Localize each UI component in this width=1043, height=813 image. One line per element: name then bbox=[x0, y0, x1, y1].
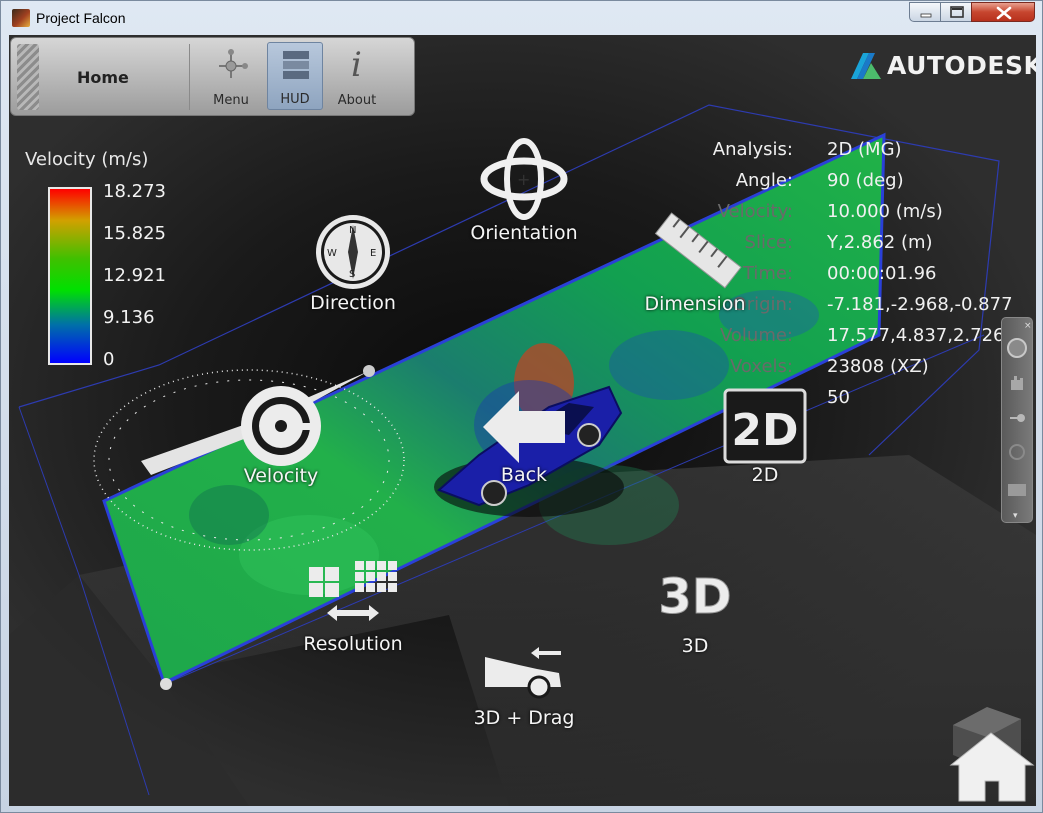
info-label-voxels: Voxels: bbox=[730, 356, 793, 377]
back-button[interactable]: Back bbox=[444, 387, 604, 491]
app-window: Project Falcon Home Menu HUD i About AUT… bbox=[0, 0, 1043, 813]
3d-icon-text: 3D bbox=[658, 569, 731, 625]
direction-label: Direction bbox=[310, 292, 396, 314]
autodesk-logo-icon bbox=[851, 53, 881, 79]
svg-text:×: × bbox=[1024, 321, 1032, 331]
legend-tick: 9.136 bbox=[103, 307, 155, 328]
3d-icon: 3D bbox=[658, 569, 732, 626]
legend-tick: 12.921 bbox=[103, 265, 166, 286]
compass-letter-w: W bbox=[327, 248, 337, 259]
info-label-analysis: Analysis: bbox=[712, 139, 793, 160]
window-title: Project Falcon bbox=[36, 10, 126, 26]
velocity-button[interactable]: Velocity bbox=[201, 381, 361, 491]
2d-mode-button[interactable]: 2D 2D bbox=[685, 387, 845, 491]
orientation-label: Orientation bbox=[470, 222, 578, 244]
legend-tick: 18.273 bbox=[103, 181, 166, 202]
about-label: About bbox=[337, 93, 377, 108]
info-value-time: 00:00:01.96 bbox=[827, 263, 937, 284]
resolution-icon bbox=[309, 561, 397, 621]
legend-title: Velocity (m/s) bbox=[25, 149, 149, 170]
3d-viewport[interactable]: Home Menu HUD i About AUTODESK Velocity … bbox=[9, 35, 1036, 806]
logo-text: AUTODESK. bbox=[887, 51, 1036, 80]
car-drag-icon bbox=[485, 647, 561, 699]
nav-icons: × ▾ bbox=[1007, 321, 1032, 521]
velocity-label: Velocity bbox=[243, 465, 319, 487]
orientation-icon: + bbox=[480, 138, 568, 220]
minimize-button[interactable] bbox=[909, 2, 941, 22]
info-value-voxels: 23808 (XZ) bbox=[827, 356, 929, 377]
info-value-slice: Y,2.862 (m) bbox=[827, 232, 933, 253]
menu-icon bbox=[219, 49, 248, 78]
orbit-icon[interactable] bbox=[1009, 444, 1025, 460]
info-value-analysis: 2D (MG) bbox=[827, 139, 902, 160]
compass-letter-n: N bbox=[349, 225, 356, 236]
home-icon bbox=[949, 707, 1035, 802]
speedometer-icon bbox=[241, 386, 321, 466]
dimension-button[interactable]: Dimension bbox=[615, 207, 775, 319]
steering-wheel-icon[interactable] bbox=[1007, 338, 1027, 358]
menu-label: Menu bbox=[213, 93, 249, 108]
back-label: Back bbox=[500, 464, 548, 486]
info-value-origin: -7.181,-2.968,-0.877 bbox=[827, 294, 1013, 315]
legend-tick: 0 bbox=[103, 349, 115, 370]
home-view-button[interactable] bbox=[947, 703, 1035, 803]
resolution-button[interactable]: Resolution bbox=[273, 557, 433, 661]
hud-icon bbox=[283, 51, 309, 79]
compass-letter-s: S bbox=[349, 269, 355, 280]
hud-button[interactable]: HUD bbox=[267, 42, 323, 110]
app-icon bbox=[12, 9, 30, 27]
autodesk-logo: AUTODESK. bbox=[849, 47, 1036, 83]
3d-drag-button[interactable]: 3D + Drag bbox=[444, 643, 604, 731]
direction-button[interactable]: N E S W Direction bbox=[273, 211, 433, 319]
compass-letter-e: E bbox=[370, 248, 376, 259]
svg-text:+: + bbox=[517, 170, 530, 189]
3d-mode-button[interactable]: 3D 3D bbox=[615, 561, 775, 661]
toolbar-grip[interactable] bbox=[17, 44, 39, 110]
2d-icon-text: 2D bbox=[731, 405, 798, 456]
legend-color-bar bbox=[48, 187, 92, 365]
title-bar[interactable]: Project Falcon bbox=[1, 1, 1042, 35]
compass-icon: N E S W bbox=[316, 215, 390, 289]
dimension-label: Dimension bbox=[644, 293, 746, 315]
info-value-volume: 17.577,4.837,2.726 bbox=[827, 325, 1005, 346]
close-button[interactable] bbox=[971, 2, 1035, 22]
ruler-icon bbox=[654, 212, 742, 289]
pan-hand-icon[interactable] bbox=[1011, 376, 1023, 390]
home-tab[interactable]: Home bbox=[77, 68, 129, 87]
svg-text:i: i bbox=[351, 45, 362, 82]
hud-label: HUD bbox=[280, 92, 310, 107]
orientation-button[interactable]: + Orientation bbox=[444, 135, 604, 247]
toolbar: Home Menu HUD i About bbox=[10, 37, 415, 116]
2d-label: 2D bbox=[751, 464, 779, 486]
back-arrow-icon bbox=[483, 391, 565, 463]
showmotion-icon[interactable] bbox=[1008, 484, 1026, 496]
3d-drag-label: 3D + Drag bbox=[473, 707, 575, 729]
3d-label: 3D bbox=[681, 635, 709, 657]
legend-tick: 15.825 bbox=[103, 223, 166, 244]
info-icon: i bbox=[351, 45, 362, 82]
info-label-angle: Angle: bbox=[735, 170, 793, 191]
resolution-label: Resolution bbox=[303, 633, 403, 655]
zoom-icon[interactable] bbox=[1017, 414, 1025, 422]
about-button[interactable]: i About bbox=[329, 42, 385, 110]
info-value-velocity: 10.000 (m/s) bbox=[827, 201, 943, 222]
2d-icon: 2D bbox=[723, 388, 807, 464]
navigation-bar[interactable]: × ▾ bbox=[1001, 317, 1033, 523]
menu-button[interactable]: Menu bbox=[203, 42, 259, 110]
info-value-angle: 90 (deg) bbox=[827, 170, 904, 191]
svg-text:▾: ▾ bbox=[1013, 511, 1018, 521]
maximize-button[interactable] bbox=[940, 2, 972, 22]
toolbar-divider bbox=[189, 44, 190, 110]
info-label-volume: Volume: bbox=[719, 325, 793, 346]
